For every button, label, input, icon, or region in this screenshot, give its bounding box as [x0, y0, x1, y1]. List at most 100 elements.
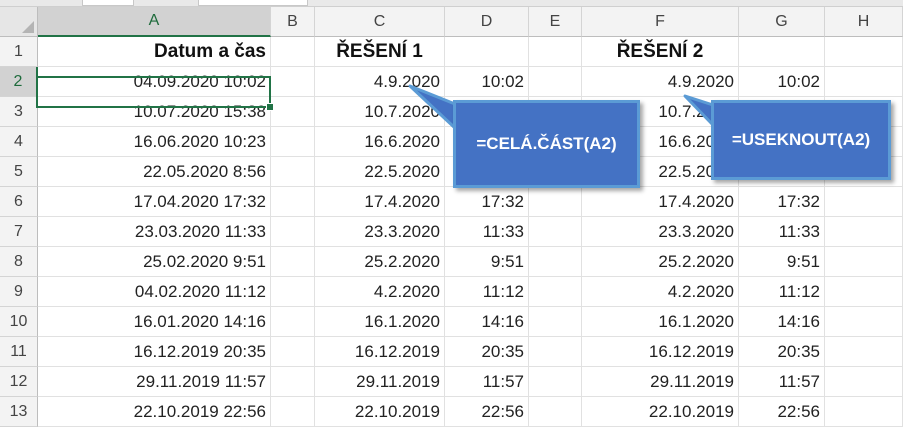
row-header-1[interactable]: 1: [0, 37, 38, 67]
row-header-10[interactable]: 10: [0, 307, 38, 337]
cell-a10[interactable]: 16.01.2020 14:16: [38, 307, 271, 337]
cell-c12[interactable]: 29.11.2019: [315, 367, 445, 397]
cell-g8[interactable]: 9:51: [739, 247, 825, 277]
cell-a4[interactable]: 16.06.2020 10:23: [38, 127, 271, 157]
cell-d12[interactable]: 11:57: [445, 367, 529, 397]
row-header-7[interactable]: 7: [0, 217, 38, 247]
cell-d1[interactable]: [445, 37, 529, 67]
cell-h12[interactable]: [825, 367, 903, 397]
cell-f11[interactable]: 16.12.2019: [582, 337, 739, 367]
cell-c13[interactable]: 22.10.2019: [315, 397, 445, 427]
row-header-12[interactable]: 12: [0, 367, 38, 397]
select-all-button[interactable]: [0, 7, 38, 37]
cell-h1[interactable]: [825, 37, 903, 67]
cell-g1[interactable]: [739, 37, 825, 67]
cell-g12[interactable]: 11:57: [739, 367, 825, 397]
cell-c5[interactable]: 22.5.2020: [315, 157, 445, 187]
cell-e9[interactable]: [529, 277, 582, 307]
cell-g6[interactable]: 17:32: [739, 187, 825, 217]
cell-a3[interactable]: 10.07.2020 15:38: [38, 97, 271, 127]
cell-f6[interactable]: 17.4.2020: [582, 187, 739, 217]
cell-a8[interactable]: 25.02.2020 9:51: [38, 247, 271, 277]
cell-a5[interactable]: 22.05.2020 8:56: [38, 157, 271, 187]
cell-g9[interactable]: 11:12: [739, 277, 825, 307]
column-header-b[interactable]: B: [271, 7, 315, 37]
row-header-3[interactable]: 3: [0, 97, 38, 127]
cell-c6[interactable]: 17.4.2020: [315, 187, 445, 217]
column-header-h[interactable]: H: [825, 7, 903, 37]
cell-c2[interactable]: 4.9.2020: [315, 67, 445, 97]
row-header-13[interactable]: 13: [0, 397, 38, 427]
cell-f10[interactable]: 16.1.2020: [582, 307, 739, 337]
cell-d13[interactable]: 22:56: [445, 397, 529, 427]
cell-a13[interactable]: 22.10.2019 22:56: [38, 397, 271, 427]
cell-d8[interactable]: 9:51: [445, 247, 529, 277]
cell-d10[interactable]: 14:16: [445, 307, 529, 337]
row-header-11[interactable]: 11: [0, 337, 38, 367]
cell-g10[interactable]: 14:16: [739, 307, 825, 337]
cell-c1[interactable]: ŘEŠENÍ 1: [315, 37, 445, 67]
cell-b5[interactable]: [271, 157, 315, 187]
cell-f13[interactable]: 22.10.2019: [582, 397, 739, 427]
cell-b11[interactable]: [271, 337, 315, 367]
row-header-9[interactable]: 9: [0, 277, 38, 307]
cell-a7[interactable]: 23.03.2020 11:33: [38, 217, 271, 247]
cell-c7[interactable]: 23.3.2020: [315, 217, 445, 247]
cell-b13[interactable]: [271, 397, 315, 427]
cell-c3[interactable]: 10.7.2020: [315, 97, 445, 127]
column-header-c[interactable]: C: [315, 7, 445, 37]
cell-e13[interactable]: [529, 397, 582, 427]
cell-d11[interactable]: 20:35: [445, 337, 529, 367]
cell-e7[interactable]: [529, 217, 582, 247]
cell-g13[interactable]: 22:56: [739, 397, 825, 427]
cell-e8[interactable]: [529, 247, 582, 277]
cell-b8[interactable]: [271, 247, 315, 277]
column-header-d[interactable]: D: [445, 7, 529, 37]
cell-a12[interactable]: 29.11.2019 11:57: [38, 367, 271, 397]
cell-a6[interactable]: 17.04.2020 17:32: [38, 187, 271, 217]
column-header-g[interactable]: G: [739, 7, 825, 37]
cell-b6[interactable]: [271, 187, 315, 217]
cell-e2[interactable]: [529, 67, 582, 97]
cell-e6[interactable]: [529, 187, 582, 217]
cell-d6[interactable]: 17:32: [445, 187, 529, 217]
row-header-6[interactable]: 6: [0, 187, 38, 217]
cell-g7[interactable]: 11:33: [739, 217, 825, 247]
cell-h9[interactable]: [825, 277, 903, 307]
cell-h2[interactable]: [825, 67, 903, 97]
cell-a1[interactable]: Datum a čas: [38, 37, 271, 67]
cell-f7[interactable]: 23.3.2020: [582, 217, 739, 247]
cell-a11[interactable]: 16.12.2019 20:35: [38, 337, 271, 367]
cell-h11[interactable]: [825, 337, 903, 367]
cell-d7[interactable]: 11:33: [445, 217, 529, 247]
cell-b1[interactable]: [271, 37, 315, 67]
column-header-f[interactable]: F: [582, 7, 739, 37]
cell-e1[interactable]: [529, 37, 582, 67]
cell-g2[interactable]: 10:02: [739, 67, 825, 97]
cell-e11[interactable]: [529, 337, 582, 367]
cell-e12[interactable]: [529, 367, 582, 397]
cell-f1[interactable]: ŘEŠENÍ 2: [582, 37, 739, 67]
cell-c11[interactable]: 16.12.2019: [315, 337, 445, 367]
cell-c4[interactable]: 16.6.2020: [315, 127, 445, 157]
row-header-8[interactable]: 8: [0, 247, 38, 277]
cell-h7[interactable]: [825, 217, 903, 247]
cell-c8[interactable]: 25.2.2020: [315, 247, 445, 277]
cell-b10[interactable]: [271, 307, 315, 337]
cell-h10[interactable]: [825, 307, 903, 337]
cell-b9[interactable]: [271, 277, 315, 307]
cell-g11[interactable]: 20:35: [739, 337, 825, 367]
row-header-5[interactable]: 5: [0, 157, 38, 187]
cell-b2[interactable]: [271, 67, 315, 97]
cell-h6[interactable]: [825, 187, 903, 217]
cell-d9[interactable]: 11:12: [445, 277, 529, 307]
cell-a9[interactable]: 04.02.2020 11:12: [38, 277, 271, 307]
column-header-a[interactable]: A: [38, 7, 271, 37]
cell-f9[interactable]: 4.2.2020: [582, 277, 739, 307]
cell-h8[interactable]: [825, 247, 903, 277]
cell-e10[interactable]: [529, 307, 582, 337]
cell-f8[interactable]: 25.2.2020: [582, 247, 739, 277]
cell-b4[interactable]: [271, 127, 315, 157]
cell-a2[interactable]: 04.09.2020 10:02: [38, 67, 271, 97]
cell-b12[interactable]: [271, 367, 315, 397]
